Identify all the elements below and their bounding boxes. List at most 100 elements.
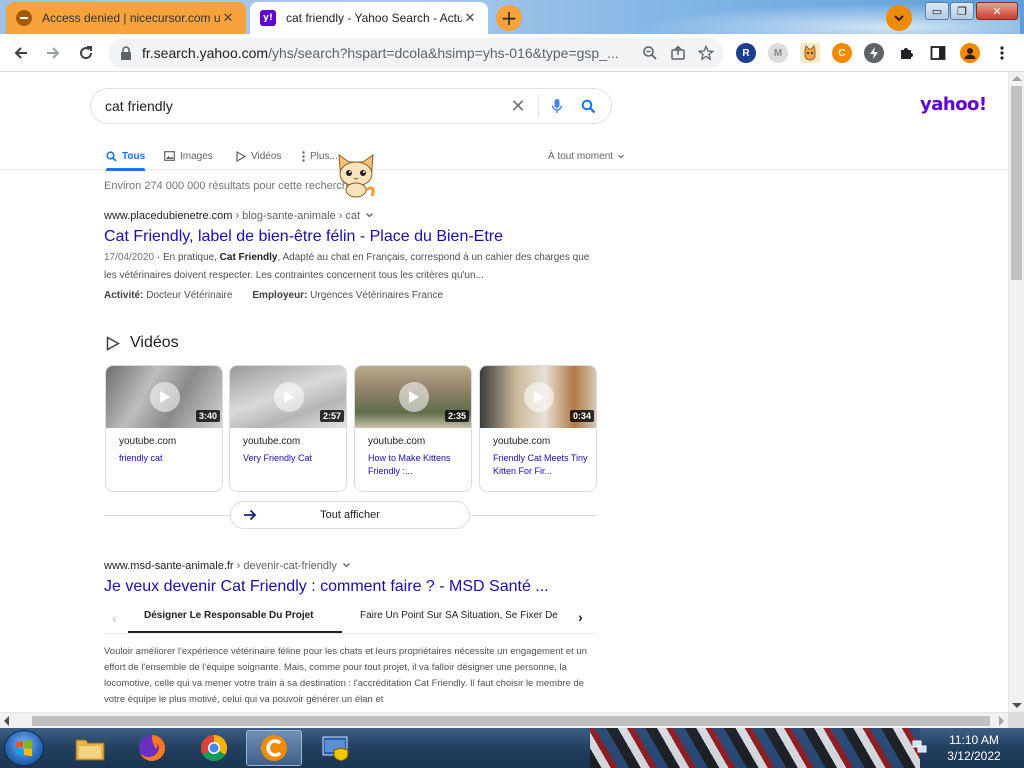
profile-avatar-icon[interactable] xyxy=(960,43,980,63)
search-icon[interactable] xyxy=(581,99,597,114)
network-icon[interactable] xyxy=(912,740,928,754)
chevron-right-icon[interactable]: › xyxy=(578,609,583,625)
search-box[interactable]: ✕ xyxy=(90,88,612,124)
tab-tous[interactable]: Tous xyxy=(106,144,146,171)
video-duration: 3:40 xyxy=(195,410,220,422)
start-button[interactable] xyxy=(4,730,44,766)
tab-access-denied[interactable]: Access denied | nicecursor.com u ✕ xyxy=(6,2,246,34)
play-icon xyxy=(274,382,304,412)
chevron-down-icon xyxy=(894,15,904,22)
taskbar-control-panel[interactable] xyxy=(308,730,364,766)
scrollbar-thumb[interactable] xyxy=(1011,86,1022,280)
video-card[interactable]: 0:34 youtube.com Friendly Cat Meets Tiny… xyxy=(479,365,597,492)
tab-yahoo-search[interactable]: y! cat friendly - Yahoo Search - Actu ✕ xyxy=(250,2,488,34)
address-bar[interactable]: fr.search.yahoo.com/yhs/search?hspart=dc… xyxy=(108,38,724,68)
chevron-down-icon[interactable] xyxy=(342,561,351,569)
taskbar-firefox[interactable] xyxy=(124,730,180,766)
chevron-down-icon[interactable] xyxy=(365,211,374,219)
horizontal-scrollbar[interactable] xyxy=(0,712,1008,728)
result-path: › blog-sante-animale › cat xyxy=(232,210,361,222)
scroll-right-arrow[interactable] xyxy=(999,716,1004,726)
tab-close-button[interactable]: ✕ xyxy=(462,10,478,26)
tab-title: Access denied | nicecursor.com u xyxy=(42,11,220,25)
scroll-up-arrow[interactable] xyxy=(1012,76,1022,81)
share-icon[interactable] xyxy=(670,45,686,61)
show-all-videos-button[interactable]: Tout afficher xyxy=(230,501,470,529)
video-title[interactable]: Friendly Cat Meets Tiny Kitten For Fir..… xyxy=(493,452,589,478)
taskbar-chrome[interactable] xyxy=(186,730,242,766)
video-title[interactable]: How to Make Kittens Friendly :... xyxy=(368,452,464,478)
vertical-scrollbar[interactable] xyxy=(1008,72,1024,712)
time-filter-dropdown[interactable]: À tout moment xyxy=(548,144,626,168)
result-title-link[interactable]: Cat Friendly, label de bien-être félin -… xyxy=(104,228,503,246)
scrollbar-corner xyxy=(1008,712,1024,728)
attribute-value: Docteur Vétérinaire xyxy=(143,290,233,301)
reload-button[interactable] xyxy=(73,40,99,66)
result-attributes: Activité: Docteur Vétérinaire Employeur:… xyxy=(104,290,443,301)
scroll-down-arrow[interactable] xyxy=(1012,703,1022,708)
tab-videos[interactable]: Vidéos xyxy=(236,144,281,168)
section-carousel: ‹ Désigner Le Responsable Du Projet Fair… xyxy=(104,602,596,634)
extension-c-icon[interactable]: C xyxy=(832,43,852,63)
tab-search-button[interactable] xyxy=(886,5,912,31)
extension-r-icon[interactable]: R xyxy=(736,43,756,63)
video-card[interactable]: 2:57 youtube.com Very Friendly Cat xyxy=(229,365,347,492)
play-icon xyxy=(150,382,180,412)
microphone-icon[interactable] xyxy=(551,98,567,114)
back-button[interactable] xyxy=(8,40,34,66)
carousel-item[interactable]: Désigner Le Responsable Du Projet xyxy=(144,610,314,621)
search-input[interactable] xyxy=(105,98,508,114)
taskbar-active-app[interactable] xyxy=(246,730,302,766)
carousel-item[interactable]: Faire Un Point Sur SA Situation, Se Fixe… xyxy=(360,610,574,621)
result-snippet: Vouloir améliorer l'expérience vétérinai… xyxy=(104,646,587,705)
result-title-link[interactable]: Je veux devenir Cat Friendly : comment f… xyxy=(104,578,549,596)
window-close-button[interactable]: ✕ xyxy=(976,2,1018,20)
system-clock[interactable]: 11:10 AM 3/12/2022 xyxy=(934,732,1014,764)
result-date: 17/04/2020 xyxy=(104,252,155,263)
zoom-icon[interactable] xyxy=(642,45,658,61)
clear-icon[interactable]: ✕ xyxy=(508,96,528,117)
result-citation[interactable]: www.msd-sante-animale.fr › devenir-cat-f… xyxy=(104,560,351,572)
video-duration: 2:35 xyxy=(444,410,469,422)
tab-close-button[interactable]: ✕ xyxy=(220,10,236,26)
forward-button[interactable] xyxy=(40,40,66,66)
bookmark-star-icon[interactable] xyxy=(698,45,714,61)
window-minimize-button[interactable]: ▭ xyxy=(925,2,949,20)
video-thumbnail[interactable]: 3:40 xyxy=(106,366,222,428)
extension-cat-icon[interactable] xyxy=(800,43,820,63)
desktop-wallpaper xyxy=(590,728,920,768)
side-panel-icon[interactable] xyxy=(928,43,948,63)
time-filter-label: À tout moment xyxy=(548,150,614,162)
extension-bolt-icon[interactable] xyxy=(864,43,884,63)
browser-menu-icon[interactable] xyxy=(992,43,1012,63)
attribute-value: Urgences Vétérinaires France xyxy=(307,290,444,301)
browser-tab-strip: Access denied | nicecursor.com u ✕ y! ca… xyxy=(0,0,1024,34)
window-maximize-button[interactable]: ❐ xyxy=(950,2,974,20)
chevron-down-icon xyxy=(618,154,624,159)
video-title[interactable]: friendly cat xyxy=(119,452,215,465)
result-citation[interactable]: www.placedubienetre.com › blog-sante-ani… xyxy=(104,210,374,222)
videos-section-heading[interactable]: Vidéos xyxy=(106,334,179,352)
video-card[interactable]: 3:40 youtube.com friendly cat xyxy=(105,365,223,492)
extension-m-icon[interactable]: M xyxy=(768,43,788,63)
tab-images[interactable]: Images xyxy=(164,144,213,168)
arrow-right-icon xyxy=(243,509,257,521)
attribute-label: Activité: xyxy=(104,290,144,301)
video-thumbnail[interactable]: 2:57 xyxy=(230,366,346,428)
video-source: youtube.com xyxy=(243,436,301,447)
browser-toolbar: fr.search.yahoo.com/yhs/search?hspart=dc… xyxy=(0,34,1024,72)
extensions-puzzle-icon[interactable] xyxy=(896,43,916,63)
yahoo-logo[interactable]: yahoo! xyxy=(920,94,987,115)
video-thumbnail[interactable]: 0:34 xyxy=(480,366,596,428)
scroll-left-arrow[interactable] xyxy=(4,716,9,726)
video-title[interactable]: Very Friendly Cat xyxy=(243,452,339,465)
chevron-left-icon[interactable]: ‹ xyxy=(112,610,117,626)
play-icon xyxy=(399,382,429,412)
tab-more[interactable]: Plus... xyxy=(302,144,338,168)
video-thumbnail[interactable]: 2:35 xyxy=(355,366,471,428)
video-card[interactable]: 2:35 youtube.com How to Make Kittens Fri… xyxy=(354,365,472,492)
new-tab-button[interactable]: + xyxy=(496,5,522,31)
scrollbar-thumb[interactable] xyxy=(32,716,990,726)
arrow-right-icon xyxy=(47,47,60,59)
taskbar-file-explorer[interactable] xyxy=(62,730,118,766)
